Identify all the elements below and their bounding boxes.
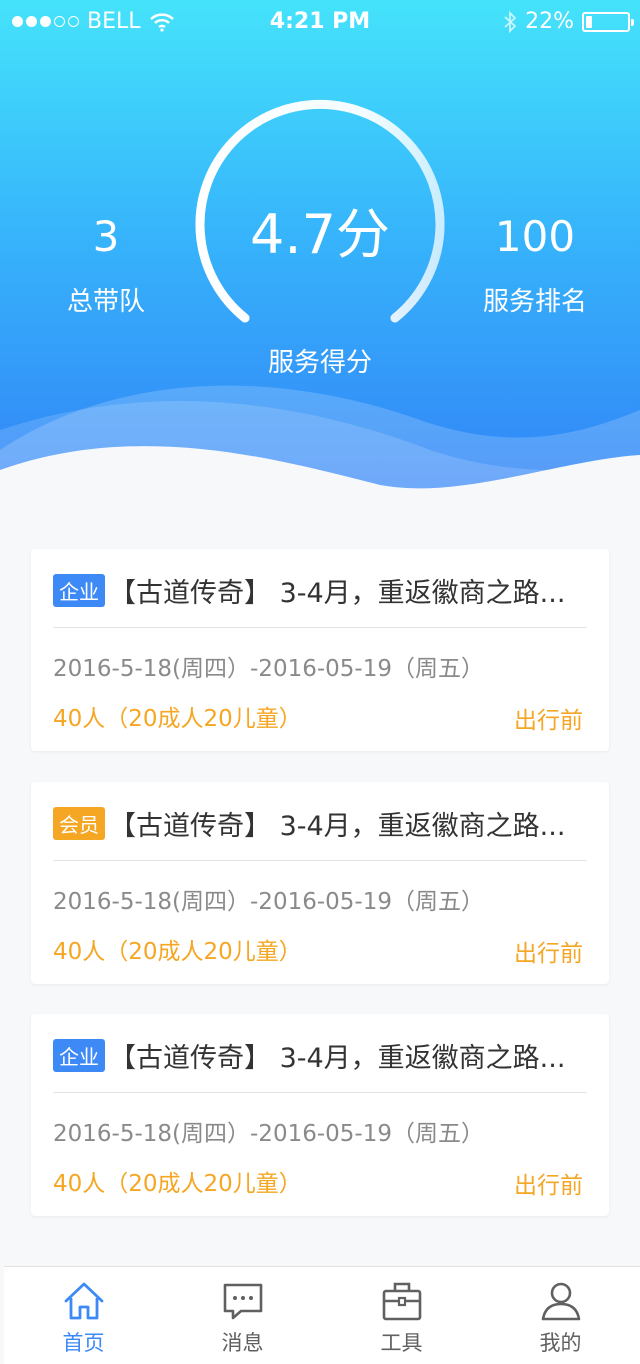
trip-type-tag: 企业 bbox=[53, 574, 105, 607]
service-score-label: 服务得分 bbox=[267, 348, 372, 378]
trip-participants: 40人（20成人20儿童） bbox=[53, 706, 302, 732]
service-score: 4.7分 bbox=[250, 203, 390, 266]
trip-participants: 40人（20成人20儿童） bbox=[53, 1171, 302, 1197]
trip-title: 【古道传奇】 3-4月，重返徽商之路... bbox=[109, 811, 566, 842]
battery-level bbox=[586, 15, 592, 28]
battery-percent: 22% bbox=[525, 9, 574, 34]
wave-decoration bbox=[0, 385, 640, 500]
trip-title: 【古道传奇】 3-4月，重返徽商之路... bbox=[109, 1043, 566, 1074]
trip-status: 出行前 bbox=[514, 708, 583, 734]
tab-label: 我的 bbox=[539, 1331, 582, 1355]
home-icon bbox=[64, 1282, 103, 1320]
trip-card[interactable]: 企业 【古道传奇】 3-4月，重返徽商之路... 2016-5-18(周四）-2… bbox=[31, 549, 609, 751]
tab-profile[interactable]: 我的 bbox=[481, 1267, 640, 1364]
trip-status: 出行前 bbox=[514, 941, 583, 967]
tab-tools[interactable]: 工具 bbox=[322, 1267, 481, 1364]
message-icon bbox=[223, 1283, 262, 1320]
battery-icon bbox=[582, 11, 634, 32]
divider bbox=[53, 860, 587, 861]
tab-messages[interactable]: 消息 bbox=[163, 1267, 322, 1364]
trip-type-tag: 会员 bbox=[53, 807, 105, 840]
team-count-label: 总带队 bbox=[66, 287, 145, 317]
tab-label: 首页 bbox=[62, 1331, 105, 1355]
service-rank-label: 服务排名 bbox=[482, 287, 587, 317]
trip-type-tag: 企业 bbox=[53, 1039, 105, 1072]
trip-participants: 40人（20成人20儿童） bbox=[53, 939, 302, 965]
user-icon bbox=[541, 1282, 580, 1321]
toolbox-icon bbox=[382, 1282, 421, 1321]
tab-home[interactable]: 首页 bbox=[4, 1267, 163, 1364]
status-bar: BELL 4:21 PM 22% bbox=[0, 0, 640, 42]
trip-dates: 2016-5-18(周四）-2016-05-19（周五） bbox=[53, 656, 484, 682]
trip-status: 出行前 bbox=[514, 1173, 583, 1199]
trip-title: 【古道传奇】 3-4月，重返徽商之路... bbox=[109, 578, 566, 609]
trip-dates: 2016-5-18(周四）-2016-05-19（周五） bbox=[53, 1121, 484, 1147]
bottom-tab-bar: 首页 消息 工具 我的 bbox=[4, 1266, 640, 1364]
trip-card[interactable]: 企业 【古道传奇】 3-4月，重返徽商之路... 2016-5-18(周四）-2… bbox=[31, 1014, 609, 1216]
service-rank-stat: 100 服务排名 bbox=[462, 212, 608, 318]
tab-label: 消息 bbox=[221, 1331, 264, 1355]
bluetooth-icon bbox=[504, 10, 517, 33]
tab-label: 工具 bbox=[380, 1331, 423, 1355]
trip-card[interactable]: 会员 【古道传奇】 3-4月，重返徽商之路... 2016-5-18(周四）-2… bbox=[31, 782, 609, 984]
team-count-stat: 3 总带队 bbox=[40, 212, 172, 318]
trip-dates: 2016-5-18(周四）-2016-05-19（周五） bbox=[53, 889, 484, 915]
divider bbox=[53, 1092, 587, 1093]
service-rank: 100 bbox=[494, 212, 576, 261]
team-count: 3 bbox=[92, 212, 120, 261]
divider bbox=[53, 627, 587, 628]
